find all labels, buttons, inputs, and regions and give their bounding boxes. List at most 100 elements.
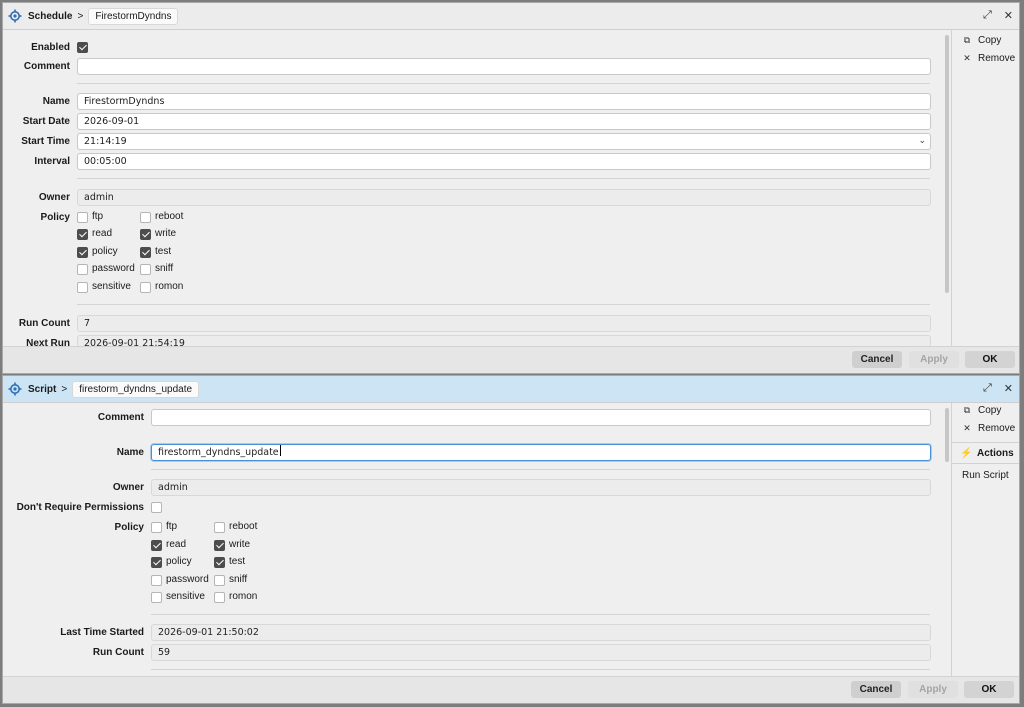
close-icon[interactable]: ✕ [1004,9,1013,22]
policy-romon-label: romon [229,591,258,602]
remove-button[interactable]: ✕ Remove [962,53,1015,64]
policy-read-checkbox[interactable] [77,229,88,240]
policy-reboot-label: reboot [229,521,258,532]
run-count-label: Run Count [18,318,70,329]
policy-password-label: password [166,574,209,585]
breadcrumb-root: Script [28,383,57,395]
policy-read-label: read [166,539,187,550]
policy-sniff-checkbox[interactable] [140,264,151,275]
comment-field[interactable] [151,409,931,426]
policy-ftp-checkbox[interactable] [151,522,162,533]
enabled-checkbox[interactable] [77,42,88,53]
start-time-value: 21:14:19 [84,136,127,147]
dont-require-permissions-label: Don't Require Permissions [16,502,144,513]
policy-sniff-label: sniff [229,574,248,585]
schedule-sidebar: ⧉ Copy ✕ Remove [951,30,1019,347]
policy-label: Policy [40,212,70,223]
policy-policy-label: policy [92,246,118,257]
dont-require-permissions-checkbox[interactable] [151,502,162,513]
policy-test-checkbox[interactable] [214,557,225,568]
policy-policy-label: policy [166,556,192,567]
gear-icon [7,381,23,397]
comment-field[interactable] [77,58,931,75]
policy-sensitive-checkbox[interactable] [151,592,162,603]
policy-write-checkbox[interactable] [140,229,151,240]
policy-romon-checkbox[interactable] [140,282,151,293]
policy-sniff-label: sniff [155,263,174,274]
copy-icon: ⧉ [963,35,971,45]
start-time-label: Start Time [21,136,70,147]
interval-label: Interval [34,156,70,167]
actions-label: Actions [977,447,1014,459]
policy-ftp-label: ftp [92,211,104,222]
run-count-label: Run Count [92,647,144,658]
last-time-started-field: 2026-09-01 21:50:02 [151,624,931,641]
policy-romon-label: romon [155,281,184,292]
owner-field: admin [151,479,931,496]
chevron-down-icon[interactable]: ⌄ [918,134,926,149]
policy-policy-checkbox[interactable] [77,247,88,258]
policy-sniff-checkbox[interactable] [214,575,225,586]
comment-label: Comment [97,412,144,423]
script-sidebar: ⧉ Copy ✕ Remove ⚡ Actions Run Script [951,403,1019,677]
gear-icon [7,8,23,24]
ok-button[interactable]: OK [965,351,1015,368]
name-field[interactable]: firestorm_dyndns_update [151,444,931,461]
policy-reboot-checkbox[interactable] [140,212,151,223]
interval-field[interactable]: 00:05:00 [77,153,931,170]
script-form: Comment Name firestorm_dyndns_update Own… [3,403,947,677]
policy-read-checkbox[interactable] [151,540,162,551]
vertical-scrollbar[interactable] [945,35,949,293]
apply-button[interactable]: Apply [908,681,958,698]
policy-write-label: write [155,228,177,239]
run-script-button[interactable]: Run Script [962,470,1009,481]
cancel-button[interactable]: Cancel [851,681,901,698]
policy-romon-checkbox[interactable] [214,592,225,603]
run-script-label: Run Script [962,470,1009,481]
policy-reboot-checkbox[interactable] [214,522,225,533]
actions-icon: ⚡ [960,447,973,459]
last-time-started-label: Last Time Started [60,627,144,638]
breadcrumb-item: firestorm_dyndns_update [72,380,200,398]
policy-policy-checkbox[interactable] [151,557,162,568]
name-value: firestorm_dyndns_update [158,447,279,458]
start-date-field[interactable]: 2026-09-01 [77,113,931,130]
schedule-footer: Cancel Apply OK [3,346,1019,373]
schedule-window: Schedule > FirestormDyndns ⤢ ✕ Enabled C… [2,2,1020,374]
remove-button[interactable]: ✕ Remove [962,423,1015,434]
remove-label: Remove [978,53,1016,64]
ok-button[interactable]: OK [964,681,1014,698]
script-titlebar[interactable]: Script > firestorm_dyndns_update ⤢ ✕ [3,376,1019,403]
vertical-scrollbar[interactable] [945,408,949,462]
copy-icon: ⧉ [963,405,971,415]
schedule-form: Enabled Comment Name FirestormDyndns Sta… [3,30,947,347]
schedule-titlebar[interactable]: Schedule > FirestormDyndns ⤢ ✕ [3,3,1019,30]
policy-password-checkbox[interactable] [151,575,162,586]
remove-icon: ✕ [963,423,971,433]
policy-write-checkbox[interactable] [214,540,225,551]
breadcrumb-root: Schedule [28,10,73,22]
policy-password-checkbox[interactable] [77,264,88,275]
policy-password-label: password [92,263,135,274]
copy-label: Copy [978,35,1002,46]
restore-icon[interactable]: ⤢ [983,382,992,395]
policy-test-checkbox[interactable] [140,247,151,258]
apply-button[interactable]: Apply [909,351,959,368]
start-time-field[interactable]: 21:14:19 ⌄ [77,133,931,150]
name-field[interactable]: FirestormDyndns [77,93,931,110]
policy-sensitive-checkbox[interactable] [77,282,88,293]
name-label: Name [116,447,144,458]
policy-label: Policy [114,522,144,533]
policy-write-label: write [229,539,251,550]
close-icon[interactable]: ✕ [1004,382,1013,395]
policy-read-label: read [92,228,113,239]
restore-icon[interactable]: ⤢ [983,9,992,22]
start-date-label: Start Date [22,116,70,127]
breadcrumb-separator: > [61,383,68,395]
cancel-button[interactable]: Cancel [852,351,902,368]
enabled-label: Enabled [31,42,70,53]
copy-button[interactable]: ⧉ Copy [962,35,1002,46]
policy-ftp-checkbox[interactable] [77,212,88,223]
copy-button[interactable]: ⧉ Copy [962,405,1002,416]
actions-header: ⚡ Actions [952,442,1019,464]
